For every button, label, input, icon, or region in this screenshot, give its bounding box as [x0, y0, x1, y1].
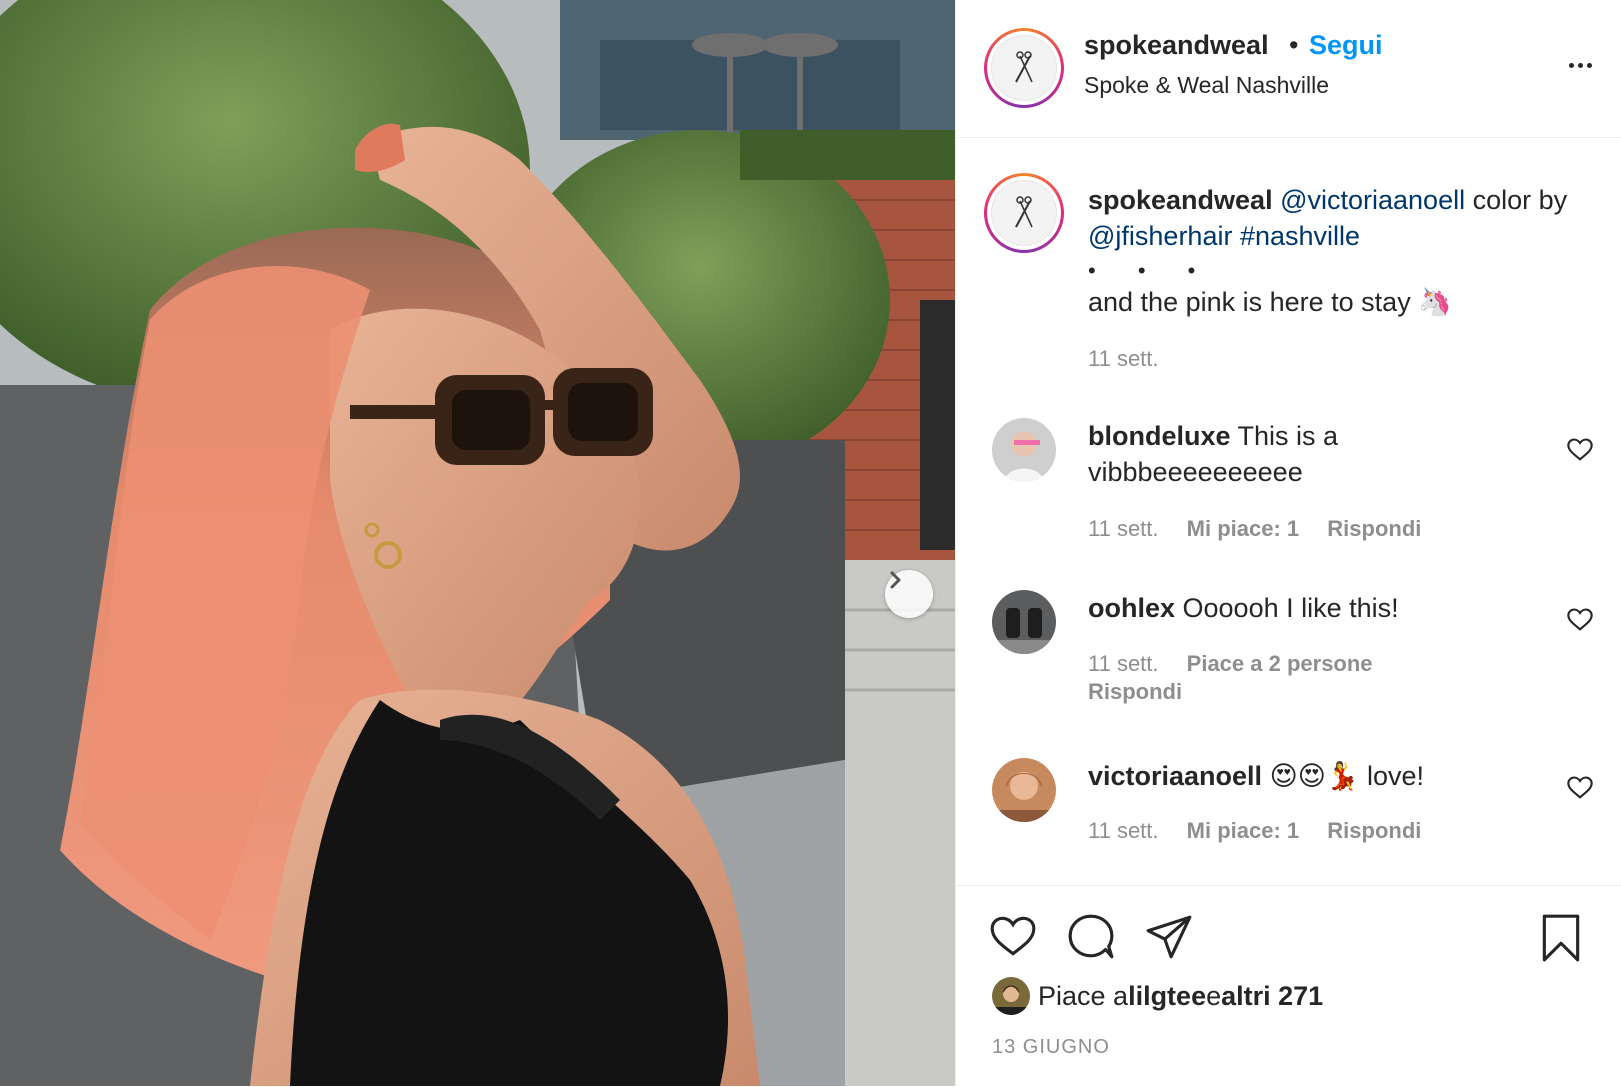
comment-time[interactable]: 11 sett. [1088, 516, 1159, 541]
reply-button[interactable]: Rispondi [1088, 679, 1182, 704]
profile-avatar[interactable] [984, 28, 1064, 108]
post-username[interactable]: spokeandweal [1084, 30, 1269, 61]
scissors-logo-icon [1015, 51, 1033, 83]
hashtag-nashville[interactable]: #nashville [1240, 221, 1360, 251]
reply-button[interactable]: Rispondi [1327, 818, 1421, 843]
separator-dot: • [1289, 30, 1299, 60]
likes-prefix: Piace a [1038, 980, 1129, 1011]
comment-time[interactable]: 11 sett. [1088, 818, 1159, 843]
mention-victoriaanoell[interactable]: @victoriaanoell [1280, 185, 1465, 215]
caption-text: spokeandweal @victoriaanoell color by @j… [1088, 182, 1598, 254]
heart-icon[interactable] [1566, 436, 1594, 464]
comment-body: 😍😍💃 love! [1262, 761, 1425, 791]
liker-avatar[interactable] [992, 977, 1030, 1015]
comment-likes[interactable]: Piace a 2 persone [1187, 651, 1373, 676]
comment-meta: 11 sett. Mi piace: 1 Rispondi [1088, 818, 1421, 844]
comment-bubble-icon[interactable] [1066, 912, 1116, 962]
location-link[interactable]: Spoke & Weal Nashville [1084, 72, 1329, 99]
comment-likes[interactable]: Mi piace: 1 [1187, 818, 1299, 843]
comments-section: spokeandweal @victoriaanoell color by @j… [956, 138, 1621, 885]
post-actions: Piace a lilgtee e altri 271 13 GIUGNO [956, 885, 1621, 1087]
likes-others-link[interactable]: altri 271 [1221, 981, 1323, 1012]
post-header: spokeandweal • Segui Spoke & Weal Nashvi… [956, 0, 1621, 138]
caption-time: 11 sett. [1088, 346, 1159, 371]
next-photo-button[interactable] [885, 570, 933, 618]
comment-avatar[interactable] [992, 418, 1056, 482]
more-options-icon [1568, 62, 1574, 68]
comment-avatar[interactable] [992, 758, 1056, 822]
caption-space [1232, 221, 1240, 251]
comment-text: oohlex Oooooh I like this! [1088, 590, 1528, 626]
follow-button[interactable]: Segui [1309, 30, 1383, 61]
likes-user-link[interactable]: lilgtee [1128, 981, 1206, 1012]
comment-meta: 11 sett. Mi piace: 1 Rispondi [1088, 516, 1421, 542]
post-photo [0, 0, 955, 1086]
scissors-logo-icon [1015, 196, 1033, 228]
comment-text: blondeluxe This is a vibbbeeeeeeeeee [1088, 418, 1528, 490]
post-sidebar: spokeandweal • Segui Spoke & Weal Nashvi… [955, 0, 1621, 1086]
comment-username[interactable]: oohlex [1088, 593, 1175, 623]
avatar-image [992, 977, 1030, 1015]
avatar-image [992, 758, 1056, 822]
avatar-image [992, 418, 1056, 482]
caption-username[interactable]: spokeandweal [1088, 185, 1273, 215]
share-send-icon[interactable] [1144, 912, 1194, 962]
caption-avatar[interactable] [984, 173, 1064, 253]
avatar-image [992, 590, 1056, 654]
mention-jfisherhair[interactable]: @jfisherhair [1088, 221, 1232, 251]
reply-button[interactable]: Rispondi [1327, 516, 1421, 541]
comment-likes[interactable]: Mi piace: 1 [1187, 516, 1299, 541]
likes-middle: e [1206, 980, 1222, 1011]
comment-time[interactable]: 11 sett. [1088, 651, 1159, 676]
comment-meta: 11 sett. Piace a 2 persone Rispondi [1088, 650, 1528, 706]
bookmark-save-icon[interactable] [1536, 912, 1586, 962]
comment-username[interactable]: blondeluxe [1088, 421, 1231, 451]
likes-summary: Piace a lilgtee e altri 271 [992, 976, 1323, 1016]
comment-text: victoriaanoell 😍😍💃 love! [1088, 758, 1528, 794]
more-options-button[interactable] [1560, 50, 1600, 80]
caption-dots: • • • [1088, 258, 1214, 283]
comment-avatar[interactable] [992, 590, 1056, 654]
comment-username[interactable]: victoriaanoell [1088, 761, 1262, 791]
heart-icon[interactable] [1566, 606, 1594, 634]
caption-segment: color by [1465, 185, 1568, 215]
chevron-right-icon [890, 571, 901, 589]
heart-icon[interactable] [1566, 774, 1594, 802]
post-date[interactable]: 13 GIUGNO [992, 1036, 1110, 1059]
caption-body: and the pink is here to stay 🦄 [1088, 287, 1452, 317]
comment-body: Oooooh I like this! [1175, 593, 1399, 623]
photo-illustration [0, 0, 955, 1086]
like-heart-icon[interactable] [988, 912, 1038, 962]
